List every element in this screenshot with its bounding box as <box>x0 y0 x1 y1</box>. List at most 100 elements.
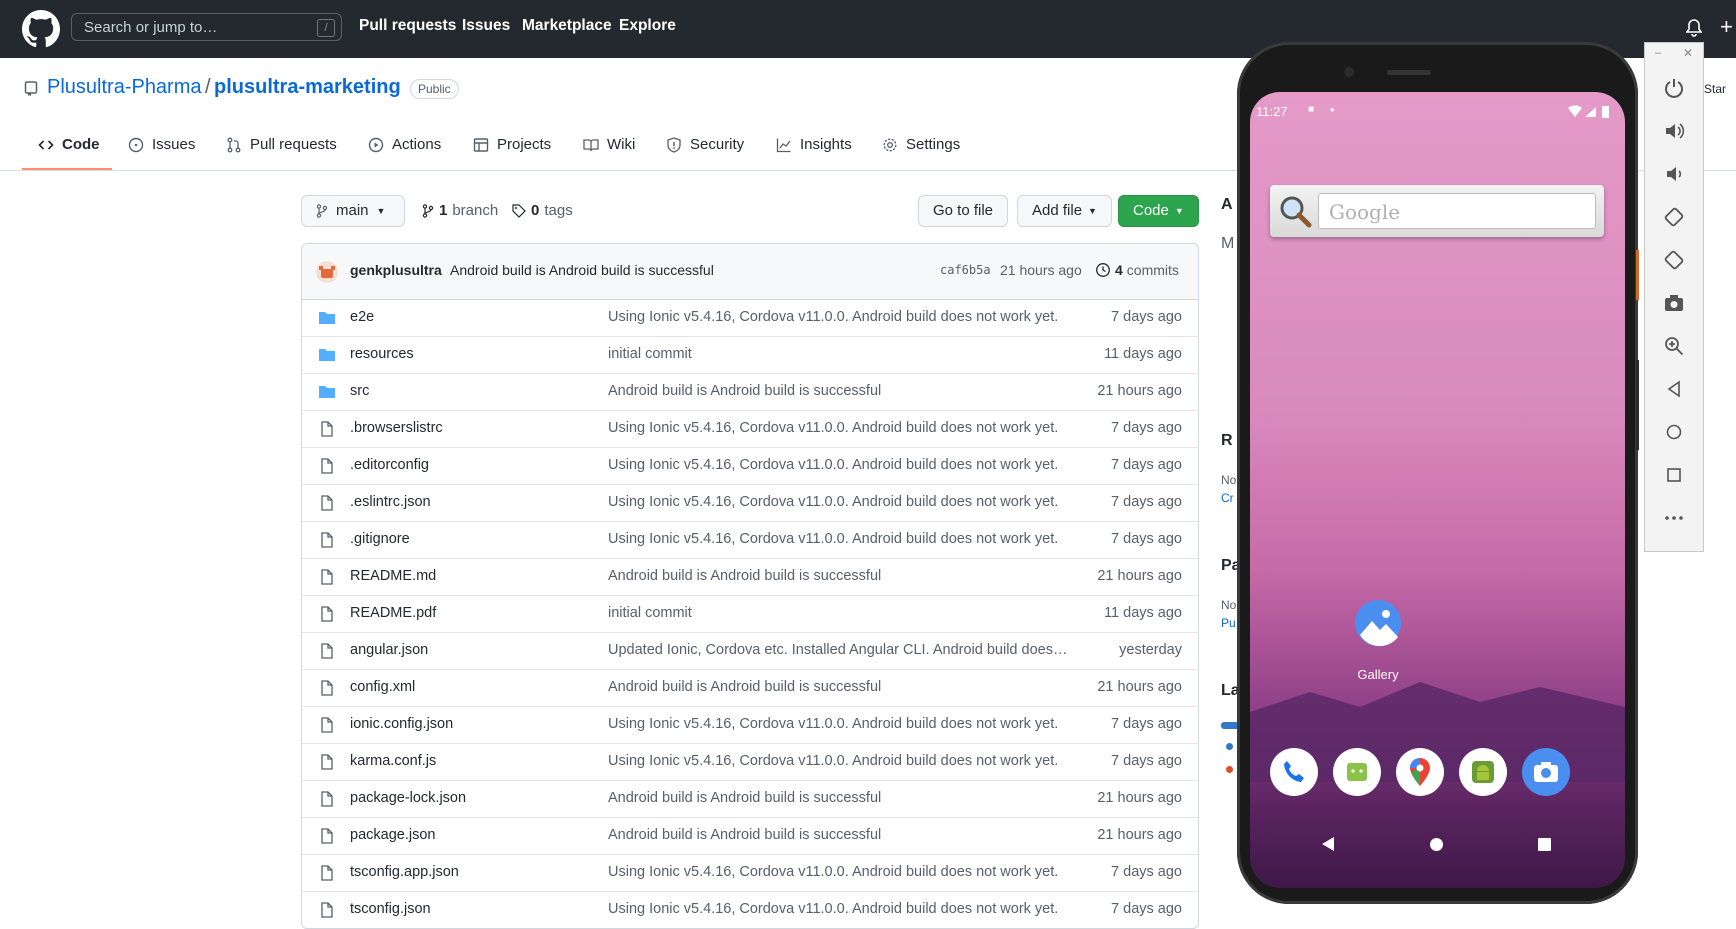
file-name-link[interactable]: package-lock.json <box>350 790 466 806</box>
volume-down-icon[interactable] <box>1663 163 1685 185</box>
file-name-link[interactable]: .editorconfig <box>350 457 429 473</box>
file-commit-message[interactable]: initial commit <box>608 346 1078 362</box>
home-circle-icon[interactable] <box>1663 421 1685 443</box>
nav-marketplace[interactable]: Marketplace <box>522 17 612 35</box>
file-commit-message[interactable]: Android build is Android build is succes… <box>608 679 1078 695</box>
file-row[interactable]: karma.conf.js Using Ionic v5.4.16, Cordov… <box>302 743 1198 780</box>
file-commit-message[interactable]: initial commit <box>608 605 1078 621</box>
tab-actions[interactable]: Actions <box>368 136 441 153</box>
camera-app-icon[interactable] <box>1522 748 1570 796</box>
apk-installer-app-icon[interactable] <box>1459 748 1507 796</box>
file-name-link[interactable]: tsconfig.app.json <box>350 864 459 880</box>
commits-history-link[interactable]: 4 commits <box>1095 262 1179 278</box>
file-name-link[interactable]: package.json <box>350 827 435 843</box>
branch-select-button[interactable]: main ▼ <box>301 195 405 227</box>
zoom-icon[interactable] <box>1663 335 1685 357</box>
tab-code[interactable]: Code <box>38 136 100 153</box>
file-row[interactable]: .browserslistrc Using Ionic v5.4.16, Cord… <box>302 410 1198 447</box>
nav-issues[interactable]: Issues <box>462 17 510 35</box>
file-row[interactable]: src Android build is Android build is suc… <box>302 373 1198 410</box>
back-icon[interactable] <box>1663 378 1685 400</box>
file-row[interactable]: ionic.config.json Using Ionic v5.4.16, Co… <box>302 706 1198 743</box>
screenshot-camera-icon[interactable] <box>1663 292 1685 314</box>
file-name-link[interactable]: .gitignore <box>350 531 410 547</box>
file-row[interactable]: angular.json Updated Ionic, Cordova etc. … <box>302 632 1198 669</box>
tab-security[interactable]: Security <box>666 136 744 153</box>
file-name-link[interactable]: angular.json <box>350 642 428 658</box>
power-icon[interactable] <box>1663 77 1685 99</box>
file-row[interactable]: tsconfig.json Using Ionic v5.4.16, Cordov… <box>302 891 1198 928</box>
file-row[interactable]: config.xml Android build is Android build… <box>302 669 1198 706</box>
home-nav-icon[interactable] <box>1430 838 1443 851</box>
more-options-icon[interactable] <box>1663 507 1685 529</box>
file-commit-message[interactable]: Using Ionic v5.4.16, Cordova v11.0.0. An… <box>608 753 1078 769</box>
file-row[interactable]: resources initial commit 11 days ago <box>302 336 1198 373</box>
back-nav-icon[interactable] <box>1322 837 1334 851</box>
maps-app-icon[interactable] <box>1396 748 1444 796</box>
repo-name-link[interactable]: plusultra-marketing <box>214 76 401 99</box>
phone-app-icon[interactable] <box>1270 748 1318 796</box>
file-name-link[interactable]: resources <box>350 346 414 362</box>
file-commit-message[interactable]: Using Ionic v5.4.16, Cordova v11.0.0. An… <box>608 494 1078 510</box>
go-to-file-button[interactable]: Go to file <box>918 195 1009 227</box>
messages-app-icon[interactable] <box>1333 748 1381 796</box>
file-commit-message[interactable]: Android build is Android build is succes… <box>608 790 1078 806</box>
tab-issues[interactable]: Issues <box>128 136 195 153</box>
overview-square-icon[interactable] <box>1663 464 1685 486</box>
file-row[interactable]: tsconfig.app.json Using Ionic v5.4.16, Co… <box>302 854 1198 891</box>
commit-message[interactable]: Android build is Android build is succes… <box>450 262 714 278</box>
google-search-widget[interactable]: Google <box>1270 185 1604 237</box>
bell-icon[interactable] <box>1686 19 1702 37</box>
create-new-plus-icon[interactable]: + <box>1720 14 1733 40</box>
avatar[interactable] <box>316 261 338 283</box>
file-commit-message[interactable]: Android build is Android build is succes… <box>608 568 1078 584</box>
branches-link[interactable]: 1 branch <box>422 202 498 219</box>
file-commit-message[interactable]: Android build is Android build is succes… <box>608 383 1078 399</box>
file-name-link[interactable]: README.md <box>350 568 436 584</box>
gallery-app-icon[interactable] <box>1354 599 1402 647</box>
file-name-link[interactable]: src <box>350 383 369 399</box>
file-commit-message[interactable]: Using Ionic v5.4.16, Cordova v11.0.0. An… <box>608 457 1078 473</box>
file-name-link[interactable]: tsconfig.json <box>350 901 431 917</box>
commit-sha[interactable]: caf6b5a <box>940 263 991 277</box>
tab-pull-requests[interactable]: Pull requests <box>226 136 337 153</box>
star-button-partial[interactable]: Star <box>1704 82 1726 96</box>
search-input[interactable]: Search or jump to… / <box>71 13 342 41</box>
tags-link[interactable]: 0 tags <box>512 202 573 219</box>
tab-insights[interactable]: Insights <box>776 136 852 153</box>
file-name-link[interactable]: .browserslistrc <box>350 420 443 436</box>
create-release-partial[interactable]: Cr <box>1221 491 1234 505</box>
file-row[interactable]: package-lock.json Android build is Androi… <box>302 780 1198 817</box>
nav-explore[interactable]: Explore <box>619 17 676 35</box>
file-row[interactable]: README.pdf initial commit 11 days ago <box>302 595 1198 632</box>
tab-wiki[interactable]: Wiki <box>583 136 635 153</box>
phone-screen[interactable]: 11:27 ■ • Google Gallery <box>1250 92 1625 888</box>
commit-author[interactable]: genkplusultra <box>350 262 442 278</box>
file-row[interactable]: .gitignore Using Ionic v5.4.16, Cordova v… <box>302 521 1198 558</box>
file-name-link[interactable]: karma.conf.js <box>350 753 436 769</box>
file-name-link[interactable]: ionic.config.json <box>350 716 453 732</box>
file-row[interactable]: e2e Using Ionic v5.4.16, Cordova v11.0.0.… <box>302 300 1198 336</box>
google-search-field[interactable]: Google <box>1318 193 1596 229</box>
tab-projects[interactable]: Projects <box>473 136 551 153</box>
recents-nav-icon[interactable] <box>1538 838 1551 851</box>
volume-up-icon[interactable] <box>1663 120 1685 142</box>
file-name-link[interactable]: e2e <box>350 309 374 325</box>
github-logo-icon[interactable] <box>22 10 60 48</box>
power-button[interactable] <box>1636 250 1639 300</box>
file-commit-message[interactable]: Using Ionic v5.4.16, Cordova v11.0.0. An… <box>608 716 1078 732</box>
file-name-link[interactable]: README.pdf <box>350 605 436 621</box>
file-name-link[interactable]: .eslintrc.json <box>350 494 431 510</box>
publish-package-partial[interactable]: Pu <box>1221 616 1236 630</box>
file-row[interactable]: .editorconfig Using Ionic v5.4.16, Cordov… <box>302 447 1198 484</box>
file-commit-message[interactable]: Android build is Android build is succes… <box>608 827 1078 843</box>
file-commit-message[interactable]: Using Ionic v5.4.16, Cordova v11.0.0. An… <box>608 864 1078 880</box>
code-download-button[interactable]: Code ▼ <box>1118 195 1199 227</box>
file-commit-message[interactable]: Using Ionic v5.4.16, Cordova v11.0.0. An… <box>608 309 1078 325</box>
file-commit-message[interactable]: Updated Ionic, Cordova etc. Installed An… <box>608 642 1078 658</box>
file-commit-message[interactable]: Using Ionic v5.4.16, Cordova v11.0.0. An… <box>608 420 1078 436</box>
volume-rocker[interactable] <box>1636 360 1639 450</box>
tab-settings[interactable]: Settings <box>882 136 960 153</box>
file-commit-message[interactable]: Using Ionic v5.4.16, Cordova v11.0.0. An… <box>608 531 1078 547</box>
repo-owner-link[interactable]: Plusultra-Pharma <box>47 76 202 99</box>
